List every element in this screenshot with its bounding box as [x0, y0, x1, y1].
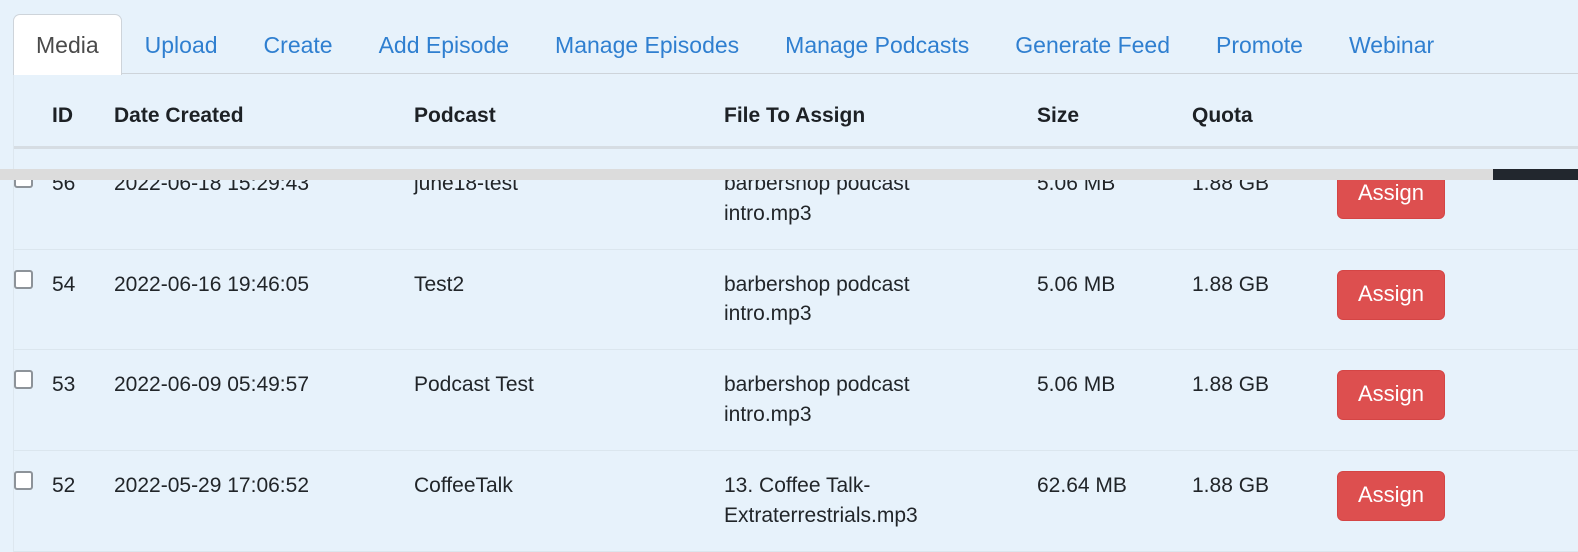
- cell-podcast: june18-test: [414, 147, 724, 250]
- horizontal-scrollbar[interactable]: [0, 169, 1578, 180]
- cell-id: 52: [52, 450, 114, 552]
- cell-quota: 1.88 GB: [1192, 349, 1337, 451]
- tab-upload[interactable]: Upload: [122, 14, 241, 74]
- cell-action: Assign: [1337, 349, 1578, 451]
- cell-action: Assign: [1337, 249, 1578, 351]
- tab-webinar[interactable]: Webinar: [1326, 14, 1457, 74]
- tab-media[interactable]: Media: [13, 14, 122, 75]
- row-select-checkbox[interactable]: [14, 370, 33, 390]
- cell-id: 54: [52, 249, 114, 351]
- file-name-text: barbershop podcast intro.mp3: [724, 272, 910, 326]
- cell-id: 56: [52, 147, 114, 250]
- row-select-cell: [14, 147, 52, 250]
- cell-file-to-assign: barbershop podcast intro.mp3: [724, 147, 1037, 250]
- table-header-row: ID Date Created Podcast File To Assign S…: [14, 74, 1578, 149]
- tab-bar: Media Upload Create Add Episode Manage Episo…: [0, 0, 1578, 75]
- cell-date-created: 2022-06-09 05:49:57: [114, 349, 414, 451]
- cell-size: 5.06 MB: [1037, 349, 1192, 451]
- cell-quota: 1.88 GB: [1192, 147, 1337, 250]
- media-page: Media Upload Create Add Episode Manage Episo…: [0, 0, 1578, 552]
- column-header-podcast: Podcast: [414, 74, 724, 149]
- assign-button[interactable]: Assign: [1337, 470, 1446, 521]
- cell-size: 5.06 MB: [1037, 147, 1192, 250]
- cell-size: 62.64 MB: [1037, 450, 1192, 552]
- cell-action: Assign: [1337, 147, 1578, 250]
- media-table-body: 56 2022-06-18 15:29:43 june18-test barbersh…: [14, 147, 1578, 552]
- cell-quota: 1.88 GB: [1192, 450, 1337, 552]
- row-select-cell: [14, 450, 52, 552]
- cell-date-created: 2022-06-18 15:29:43: [114, 147, 414, 250]
- column-header-action: [1337, 74, 1578, 149]
- media-table-container: ID Date Created Podcast File To Assign S…: [13, 74, 1578, 552]
- row-select-cell: [14, 249, 52, 351]
- row-select-checkbox[interactable]: [14, 470, 33, 490]
- cell-file-to-assign: barbershop podcast intro.mp3: [724, 249, 1037, 351]
- cell-file-to-assign: 13. Coffee Talk-Extraterrestrials.mp3: [724, 450, 1037, 552]
- tab-promote[interactable]: Promote: [1193, 14, 1326, 74]
- column-header-id: ID: [52, 74, 114, 149]
- column-header-size: Size: [1037, 74, 1192, 149]
- tab-create[interactable]: Create: [241, 14, 356, 74]
- table-row: 53 2022-06-09 05:49:57 Podcast Test barbers…: [14, 349, 1578, 451]
- tab-add-episode[interactable]: Add Episode: [356, 14, 532, 74]
- cell-id: 53: [52, 349, 114, 451]
- column-header-date-created: Date Created: [114, 74, 414, 149]
- cell-podcast: Podcast Test: [414, 349, 724, 451]
- file-name-text: 13. Coffee Talk-Extraterrestrials.mp3: [724, 473, 918, 527]
- cell-file-to-assign: barbershop podcast intro.mp3: [724, 349, 1037, 451]
- file-name-text: barbershop podcast intro.mp3: [724, 373, 910, 427]
- cell-podcast: CoffeeTalk: [414, 450, 724, 552]
- column-header-file-to-assign: File To Assign: [724, 74, 1037, 149]
- media-table-head: ID Date Created Podcast File To Assign S…: [14, 74, 1578, 149]
- cell-size: 5.06 MB: [1037, 249, 1192, 351]
- horizontal-scrollbar-thumb[interactable]: [1493, 169, 1578, 180]
- media-table: ID Date Created Podcast File To Assign S…: [14, 74, 1578, 552]
- cell-action: Assign: [1337, 450, 1578, 552]
- cell-date-created: 2022-05-29 17:06:52: [114, 450, 414, 552]
- row-select-cell: [14, 349, 52, 451]
- assign-button[interactable]: Assign: [1337, 269, 1446, 320]
- tab-generate-feed[interactable]: Generate Feed: [992, 14, 1193, 74]
- column-header-quota: Quota: [1192, 74, 1337, 149]
- tab-manage-podcasts[interactable]: Manage Podcasts: [762, 14, 992, 74]
- assign-button[interactable]: Assign: [1337, 370, 1446, 421]
- column-header-select: [14, 74, 52, 149]
- cell-quota: 1.88 GB: [1192, 249, 1337, 351]
- table-row: 54 2022-06-16 19:46:05 Test2 barbershop pod…: [14, 249, 1578, 351]
- cell-podcast: Test2: [414, 249, 724, 351]
- tab-manage-episodes[interactable]: Manage Episodes: [532, 14, 762, 74]
- table-row: 52 2022-05-29 17:06:52 CoffeeTalk 13. Coffe…: [14, 450, 1578, 552]
- row-select-checkbox[interactable]: [14, 269, 33, 289]
- cell-date-created: 2022-06-16 19:46:05: [114, 249, 414, 351]
- table-row: 56 2022-06-18 15:29:43 june18-test barbersh…: [14, 147, 1578, 250]
